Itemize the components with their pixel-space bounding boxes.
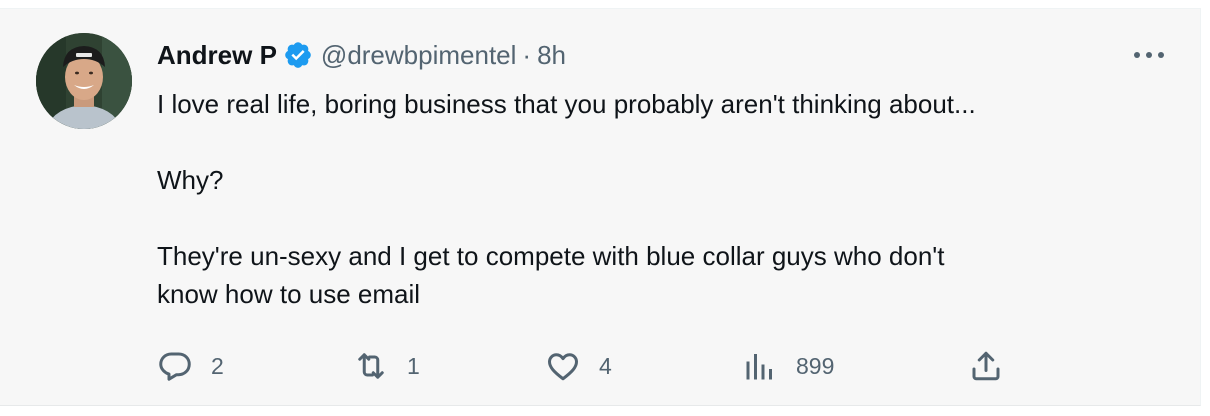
tweet-text-line: I love real life, boring business that y… (157, 89, 976, 119)
avatar-image (36, 33, 132, 129)
tweet-text-line: know how to use email (157, 279, 421, 309)
tweet-text: I love real life, boring business that y… (157, 85, 1157, 313)
header-separator: · (522, 39, 532, 70)
share-button[interactable] (968, 346, 1004, 386)
like-count: 4 (599, 352, 612, 379)
author-handle[interactable]: @drewbpimentel (321, 40, 516, 71)
views-button[interactable]: 899 (742, 346, 834, 386)
avatar[interactable] (36, 33, 132, 129)
like-button[interactable]: 4 (545, 346, 612, 386)
more-horizontal-icon[interactable] (1132, 43, 1166, 67)
reply-button[interactable]: 2 (157, 346, 224, 386)
reply-icon (159, 352, 191, 381)
tweet-card[interactable]: Andrew P @drewbpimentel · 8h I love real… (0, 8, 1201, 406)
tweet-text-line: Why? (157, 165, 224, 195)
share-icon (972, 351, 1000, 381)
tweet-timestamp[interactable]: 8h (537, 40, 566, 71)
retweet-button[interactable]: 1 (353, 346, 420, 386)
author-name[interactable]: Andrew P (157, 40, 277, 71)
tweet-actions: 2 1 4 899 (157, 346, 1057, 386)
views-chart-icon (746, 354, 772, 380)
retweet-count: 1 (407, 352, 420, 379)
tweet-header: Andrew P @drewbpimentel · 8h (157, 35, 566, 75)
views-count: 899 (796, 352, 835, 379)
verified-badge-icon (283, 40, 313, 70)
reply-count: 2 (211, 352, 224, 379)
tweet-text-line: They're un-sexy and I get to compete wit… (157, 241, 945, 271)
heart-icon (548, 353, 578, 381)
retweet-icon (358, 353, 384, 379)
